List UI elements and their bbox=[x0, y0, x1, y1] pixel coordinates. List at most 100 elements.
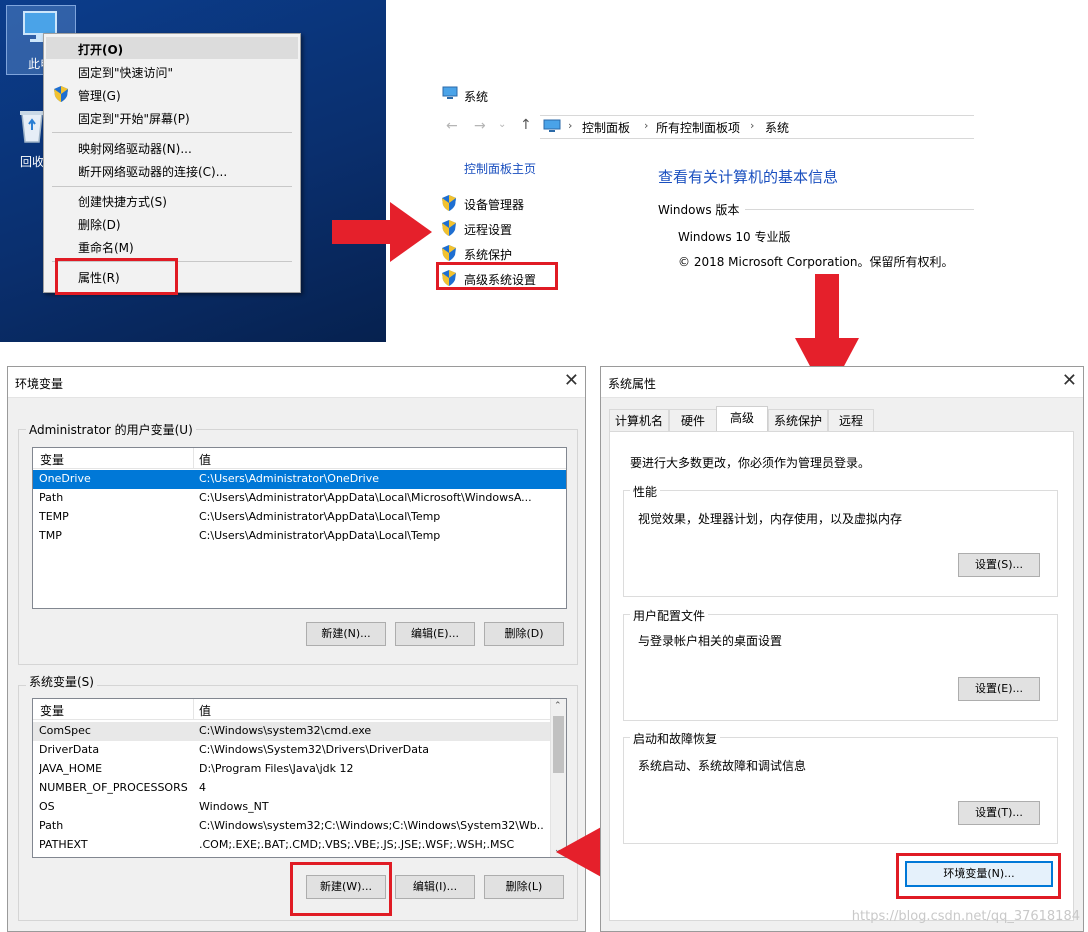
row-variable: JAVA_HOME bbox=[39, 762, 103, 775]
scroll-up-icon[interactable]: ⌃ bbox=[554, 701, 562, 711]
tab-hardware[interactable]: 硬件 bbox=[669, 409, 717, 431]
windows-edition-section: Windows 版本 bbox=[658, 203, 740, 217]
column-header-value[interactable]: 值 bbox=[199, 451, 211, 468]
menu-item-open[interactable]: 打开(O) bbox=[78, 41, 123, 58]
row-value: D:\Program Files\Java\jdk 12 bbox=[199, 762, 354, 775]
menu-item-rename[interactable]: 重命名(M) bbox=[78, 239, 134, 256]
row-variable: Path bbox=[39, 491, 64, 504]
up-arrow-icon[interactable]: ↑ bbox=[520, 117, 532, 133]
performance-settings-button[interactable]: 设置(S)... bbox=[958, 553, 1040, 577]
user-profile-settings-button[interactable]: 设置(E)... bbox=[958, 677, 1040, 701]
user-variables-group-label: Administrator 的用户变量(U) bbox=[26, 421, 196, 438]
table-row[interactable]: TEMP C:\Users\Administrator\AppData\Loca… bbox=[33, 508, 566, 527]
copyright-text: © 2018 Microsoft Corporation。保留所有权利。 bbox=[678, 255, 954, 269]
user-delete-button[interactable]: 删除(D) bbox=[484, 622, 564, 646]
menu-item-delete[interactable]: 删除(D) bbox=[78, 216, 121, 233]
uac-shield-icon bbox=[442, 220, 456, 236]
table-row[interactable]: JAVA_HOME D:\Program Files\Java\jdk 12 bbox=[33, 760, 566, 779]
list-header: 变量 值 bbox=[33, 448, 566, 469]
system-delete-button[interactable]: 删除(L) bbox=[484, 875, 564, 899]
table-row[interactable]: OS Windows_NT bbox=[33, 798, 566, 817]
table-row[interactable]: ComSpec C:\Windows\system32\cmd.exe bbox=[33, 722, 566, 741]
performance-desc: 视觉效果，处理器计划，内存使用，以及虚拟内存 bbox=[638, 512, 903, 526]
table-row[interactable]: DriverData C:\Windows\System32\Drivers\D… bbox=[33, 741, 566, 760]
address-bar[interactable]: › 控制面板 › 所有控制面板项 › 系统 bbox=[540, 115, 974, 139]
breadcrumb-separator: › bbox=[568, 119, 573, 132]
system-variables-list[interactable]: 变量 值 ComSpec C:\Windows\system32\cmd.exe… bbox=[32, 698, 567, 858]
menu-item-disconnect-drive[interactable]: 断开网络驱动器的连接(C)... bbox=[78, 163, 227, 180]
tab-advanced[interactable]: 高级 bbox=[716, 406, 768, 432]
tab-computer-name[interactable]: 计算机名 bbox=[609, 409, 669, 431]
row-value: C:\Users\Administrator\OneDrive bbox=[199, 472, 380, 485]
breadcrumb-separator: › bbox=[750, 119, 755, 132]
table-row[interactable]: PATHEXT .COM;.EXE;.BAT;.CMD;.VBS;.VBE;.J… bbox=[33, 836, 566, 855]
breadcrumb-control-panel[interactable]: 控制面板 bbox=[582, 119, 630, 136]
user-new-button[interactable]: 新建(N)... bbox=[306, 622, 386, 646]
menu-item-map-drive[interactable]: 映射网络驱动器(N)... bbox=[78, 140, 192, 157]
system-edit-button[interactable]: 编辑(I)... bbox=[395, 875, 475, 899]
user-profile-title: 用户配置文件 bbox=[630, 607, 709, 624]
menu-item-create-shortcut[interactable]: 创建快捷方式(S) bbox=[78, 193, 167, 210]
tab-system-protection[interactable]: 系统保护 bbox=[768, 409, 828, 431]
system-protection-link[interactable]: 系统保护 bbox=[464, 246, 512, 263]
highlight-box-properties bbox=[55, 258, 178, 295]
control-panel-home-link[interactable]: 控制面板主页 bbox=[464, 160, 536, 177]
menu-separator bbox=[52, 132, 292, 133]
forward-arrow-icon[interactable]: → bbox=[474, 118, 486, 134]
column-divider bbox=[193, 699, 194, 719]
uac-shield-icon bbox=[442, 245, 456, 261]
table-row[interactable]: OneDrive C:\Users\Administrator\OneDrive bbox=[33, 470, 566, 489]
breadcrumb-all-items[interactable]: 所有控制面板项 bbox=[656, 119, 740, 136]
system-info-heading: 查看有关计算机的基本信息 bbox=[658, 168, 839, 186]
startup-recovery-desc: 系统启动、系统故障和调试信息 bbox=[638, 759, 807, 773]
tab-remote[interactable]: 远程 bbox=[828, 409, 874, 431]
menu-item-manage[interactable]: 管理(G) bbox=[78, 87, 121, 104]
performance-title: 性能 bbox=[630, 483, 661, 500]
control-panel-icon bbox=[543, 119, 561, 132]
table-row[interactable]: Path C:\Windows\system32;C:\Windows;C:\W… bbox=[33, 817, 566, 836]
close-icon[interactable]: ✕ bbox=[564, 370, 579, 391]
column-header-variable[interactable]: 变量 bbox=[40, 702, 64, 719]
admin-note: 要进行大多数更改，你必须作为管理员登录。 bbox=[630, 456, 871, 470]
system-variables-group-label: 系统变量(S) bbox=[26, 673, 97, 690]
column-divider bbox=[193, 448, 194, 468]
row-value: C:\Users\Administrator\AppData\Local\Tem… bbox=[199, 529, 441, 542]
history-dropdown-icon[interactable]: ⌄ bbox=[498, 119, 506, 130]
user-edit-button[interactable]: 编辑(E)... bbox=[395, 622, 475, 646]
table-row[interactable]: NUMBER_OF_PROCESSORS 4 bbox=[33, 779, 566, 798]
section-divider bbox=[745, 209, 974, 210]
highlight-box-env-variables bbox=[896, 853, 1061, 899]
env-dialog-titlebar: 环境变量 ✕ bbox=[8, 367, 585, 398]
breadcrumb-separator: › bbox=[644, 119, 649, 132]
row-variable: OneDrive bbox=[39, 472, 91, 485]
highlight-box-advanced-settings bbox=[436, 262, 558, 290]
startup-recovery-settings-button[interactable]: 设置(T)... bbox=[958, 801, 1040, 825]
advanced-tab-panel: 要进行大多数更改，你必须作为管理员登录。 性能 视觉效果，处理器计划，内存使用，… bbox=[609, 431, 1074, 921]
remote-settings-link[interactable]: 远程设置 bbox=[464, 221, 512, 238]
row-value: C:\Windows\System32\Drivers\DriverData bbox=[199, 743, 430, 756]
system-window-title: 系统 bbox=[464, 90, 489, 104]
uac-shield-icon bbox=[442, 195, 456, 211]
table-row[interactable]: TMP C:\Users\Administrator\AppData\Local… bbox=[33, 527, 566, 546]
close-icon[interactable]: ✕ bbox=[1062, 370, 1077, 391]
back-arrow-icon[interactable]: ← bbox=[446, 118, 458, 134]
user-variables-list[interactable]: 变量 值 OneDrive C:\Users\Administrator\One… bbox=[32, 447, 567, 609]
breadcrumb-system[interactable]: 系统 bbox=[765, 119, 789, 136]
row-variable: Path bbox=[39, 819, 64, 832]
device-manager-link[interactable]: 设备管理器 bbox=[464, 196, 524, 213]
row-variable: ComSpec bbox=[39, 724, 91, 737]
column-header-value[interactable]: 值 bbox=[199, 702, 211, 719]
table-row[interactable]: Path C:\Users\Administrator\AppData\Loca… bbox=[33, 489, 566, 508]
row-value: 4 bbox=[199, 781, 206, 794]
column-header-variable[interactable]: 变量 bbox=[40, 451, 64, 468]
red-arrow-right-icon bbox=[332, 202, 432, 262]
env-variables-dialog: 环境变量 ✕ Administrator 的用户变量(U) 变量 值 OneDr… bbox=[7, 366, 586, 932]
menu-item-pin-start[interactable]: 固定到"开始"屏幕(P) bbox=[78, 110, 190, 127]
user-profile-desc: 与登录帐户相关的桌面设置 bbox=[638, 634, 783, 648]
watermark: https://blog.csdn.net/qq_37618184 bbox=[851, 909, 1080, 924]
menu-item-pin-quick-access[interactable]: 固定到"快速访问" bbox=[78, 64, 173, 81]
scrollbar-thumb[interactable] bbox=[553, 716, 564, 773]
windows-edition-value: Windows 10 专业版 bbox=[678, 230, 791, 244]
env-dialog-title: 环境变量 bbox=[15, 377, 64, 391]
user-profile-group bbox=[623, 614, 1058, 721]
